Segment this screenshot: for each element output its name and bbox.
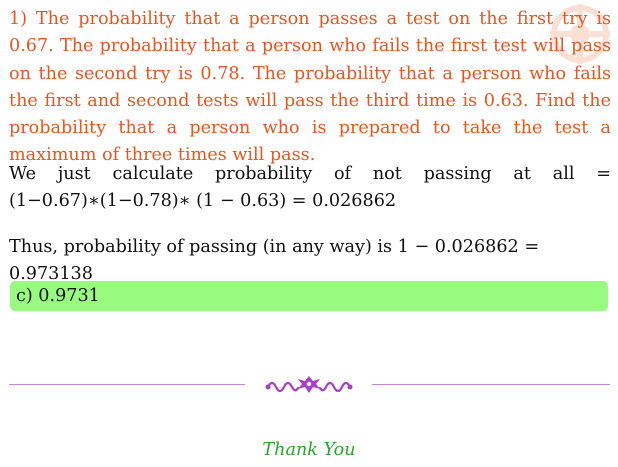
divider-left <box>9 384 245 385</box>
answer-text: c) 0.9731 <box>16 286 100 306</box>
floral-divider-ornament-icon <box>265 376 353 393</box>
question-text: 1) The probability that a person passes … <box>9 9 611 166</box>
solution-paragraph-1: We just calculate probability of not pas… <box>9 164 611 212</box>
divider-right <box>372 384 610 385</box>
answer-box: c) 0.9731 <box>10 281 608 311</box>
thank-you-text: Thank You <box>262 440 356 460</box>
